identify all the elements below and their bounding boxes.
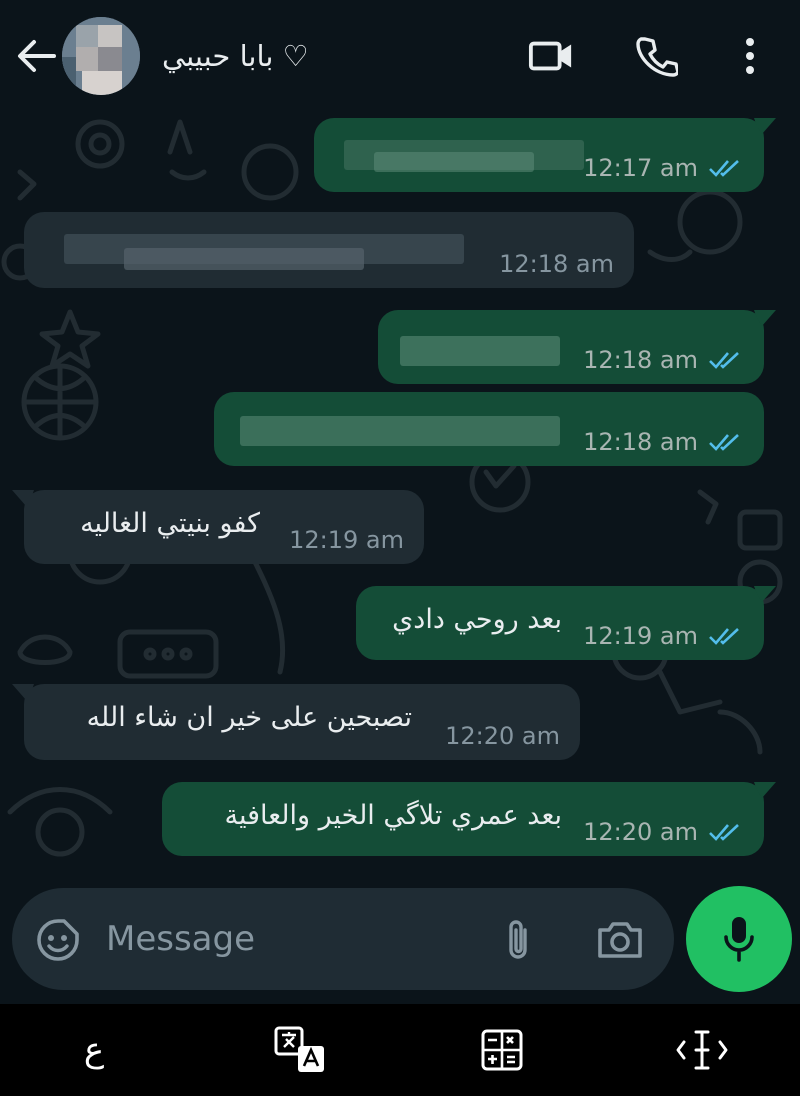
message-bubble-outgoing[interactable]: بعد عمري تلاگي الخير والعافية 12:20 am (162, 782, 776, 856)
voice-call-icon[interactable] (634, 34, 680, 78)
back-arrow-icon[interactable] (14, 36, 58, 76)
message-meta: 12:18 am (583, 346, 744, 374)
message-bubble-outgoing[interactable]: 12:18 am (214, 392, 764, 466)
message-bubble-incoming[interactable]: تصبحين على خير ان شاء الله 12:20 am (12, 684, 580, 760)
attach-paperclip-icon[interactable] (498, 916, 538, 964)
message-text: تصبحين على خير ان شاء الله (86, 702, 412, 733)
message-list[interactable]: 12:17 am 12:18 am 12:18 am 12:18 am كفو … (0, 112, 800, 888)
chat-header: بابا حبيبي ♡ (0, 0, 800, 112)
more-options-icon[interactable] (730, 34, 770, 78)
read-receipt-icon (709, 352, 739, 369)
message-meta: 12:20 am (583, 818, 744, 846)
mic-icon (724, 917, 754, 962)
message-time: 12:19 am (289, 526, 404, 554)
message-time: 12:18 am (583, 428, 698, 456)
message-text: بعد روحي دادي (392, 604, 562, 635)
message-meta: 12:18 am (499, 250, 614, 278)
message-text: كفو بنيتي الغاليه (80, 508, 260, 539)
chat-screen: بابا حبيبي ♡ 12:17 am 12:18 am 12:18 am … (0, 0, 800, 1096)
blurred-content (124, 248, 364, 270)
message-meta: 12:17 am (583, 154, 744, 182)
video-call-icon[interactable] (528, 34, 574, 78)
message-time: 12:17 am (583, 154, 698, 182)
read-receipt-icon (709, 160, 739, 177)
read-receipt-icon (709, 824, 739, 841)
blurred-content (240, 416, 560, 446)
message-meta: 12:20 am (445, 722, 560, 750)
read-receipt-icon (709, 628, 739, 645)
contact-avatar[interactable] (62, 17, 140, 95)
blurred-content (400, 336, 560, 366)
blurred-content (374, 152, 534, 172)
mic-button[interactable] (686, 886, 792, 992)
camera-icon[interactable] (594, 916, 646, 964)
calculator-icon[interactable] (472, 1022, 532, 1078)
message-time: 12:19 am (583, 622, 698, 650)
message-meta: 12:18 am (583, 428, 744, 456)
message-time: 12:20 am (445, 722, 560, 750)
message-bubble-outgoing[interactable]: 12:18 am (378, 310, 776, 384)
contact-name[interactable]: بابا حبيبي ♡ (162, 36, 309, 76)
message-time: 12:20 am (583, 818, 698, 846)
message-meta: 12:19 am (289, 526, 404, 554)
message-composer[interactable]: Message (12, 888, 674, 990)
read-receipt-icon (709, 434, 739, 451)
message-input[interactable]: Message (106, 916, 255, 962)
message-time: 12:18 am (583, 346, 698, 374)
message-bubble-incoming[interactable]: كفو بنيتي الغاليه 12:19 am (12, 490, 424, 564)
message-meta: 12:19 am (583, 622, 744, 650)
message-time: 12:18 am (499, 250, 614, 278)
message-bubble-outgoing[interactable]: 12:17 am (314, 118, 776, 192)
message-text: بعد عمري تلاگي الخير والعافية (224, 800, 562, 831)
message-bubble-outgoing[interactable]: بعد روحي دادي 12:19 am (356, 586, 776, 660)
translate-icon[interactable] (270, 1022, 330, 1078)
sticker-icon[interactable] (34, 916, 82, 964)
text-cursor-icon[interactable] (672, 1022, 732, 1078)
keyboard-toolbar: ع (0, 1004, 800, 1096)
message-bubble-incoming[interactable]: 12:18 am (24, 212, 634, 288)
arabic-letter-icon[interactable]: ع (64, 1022, 124, 1078)
